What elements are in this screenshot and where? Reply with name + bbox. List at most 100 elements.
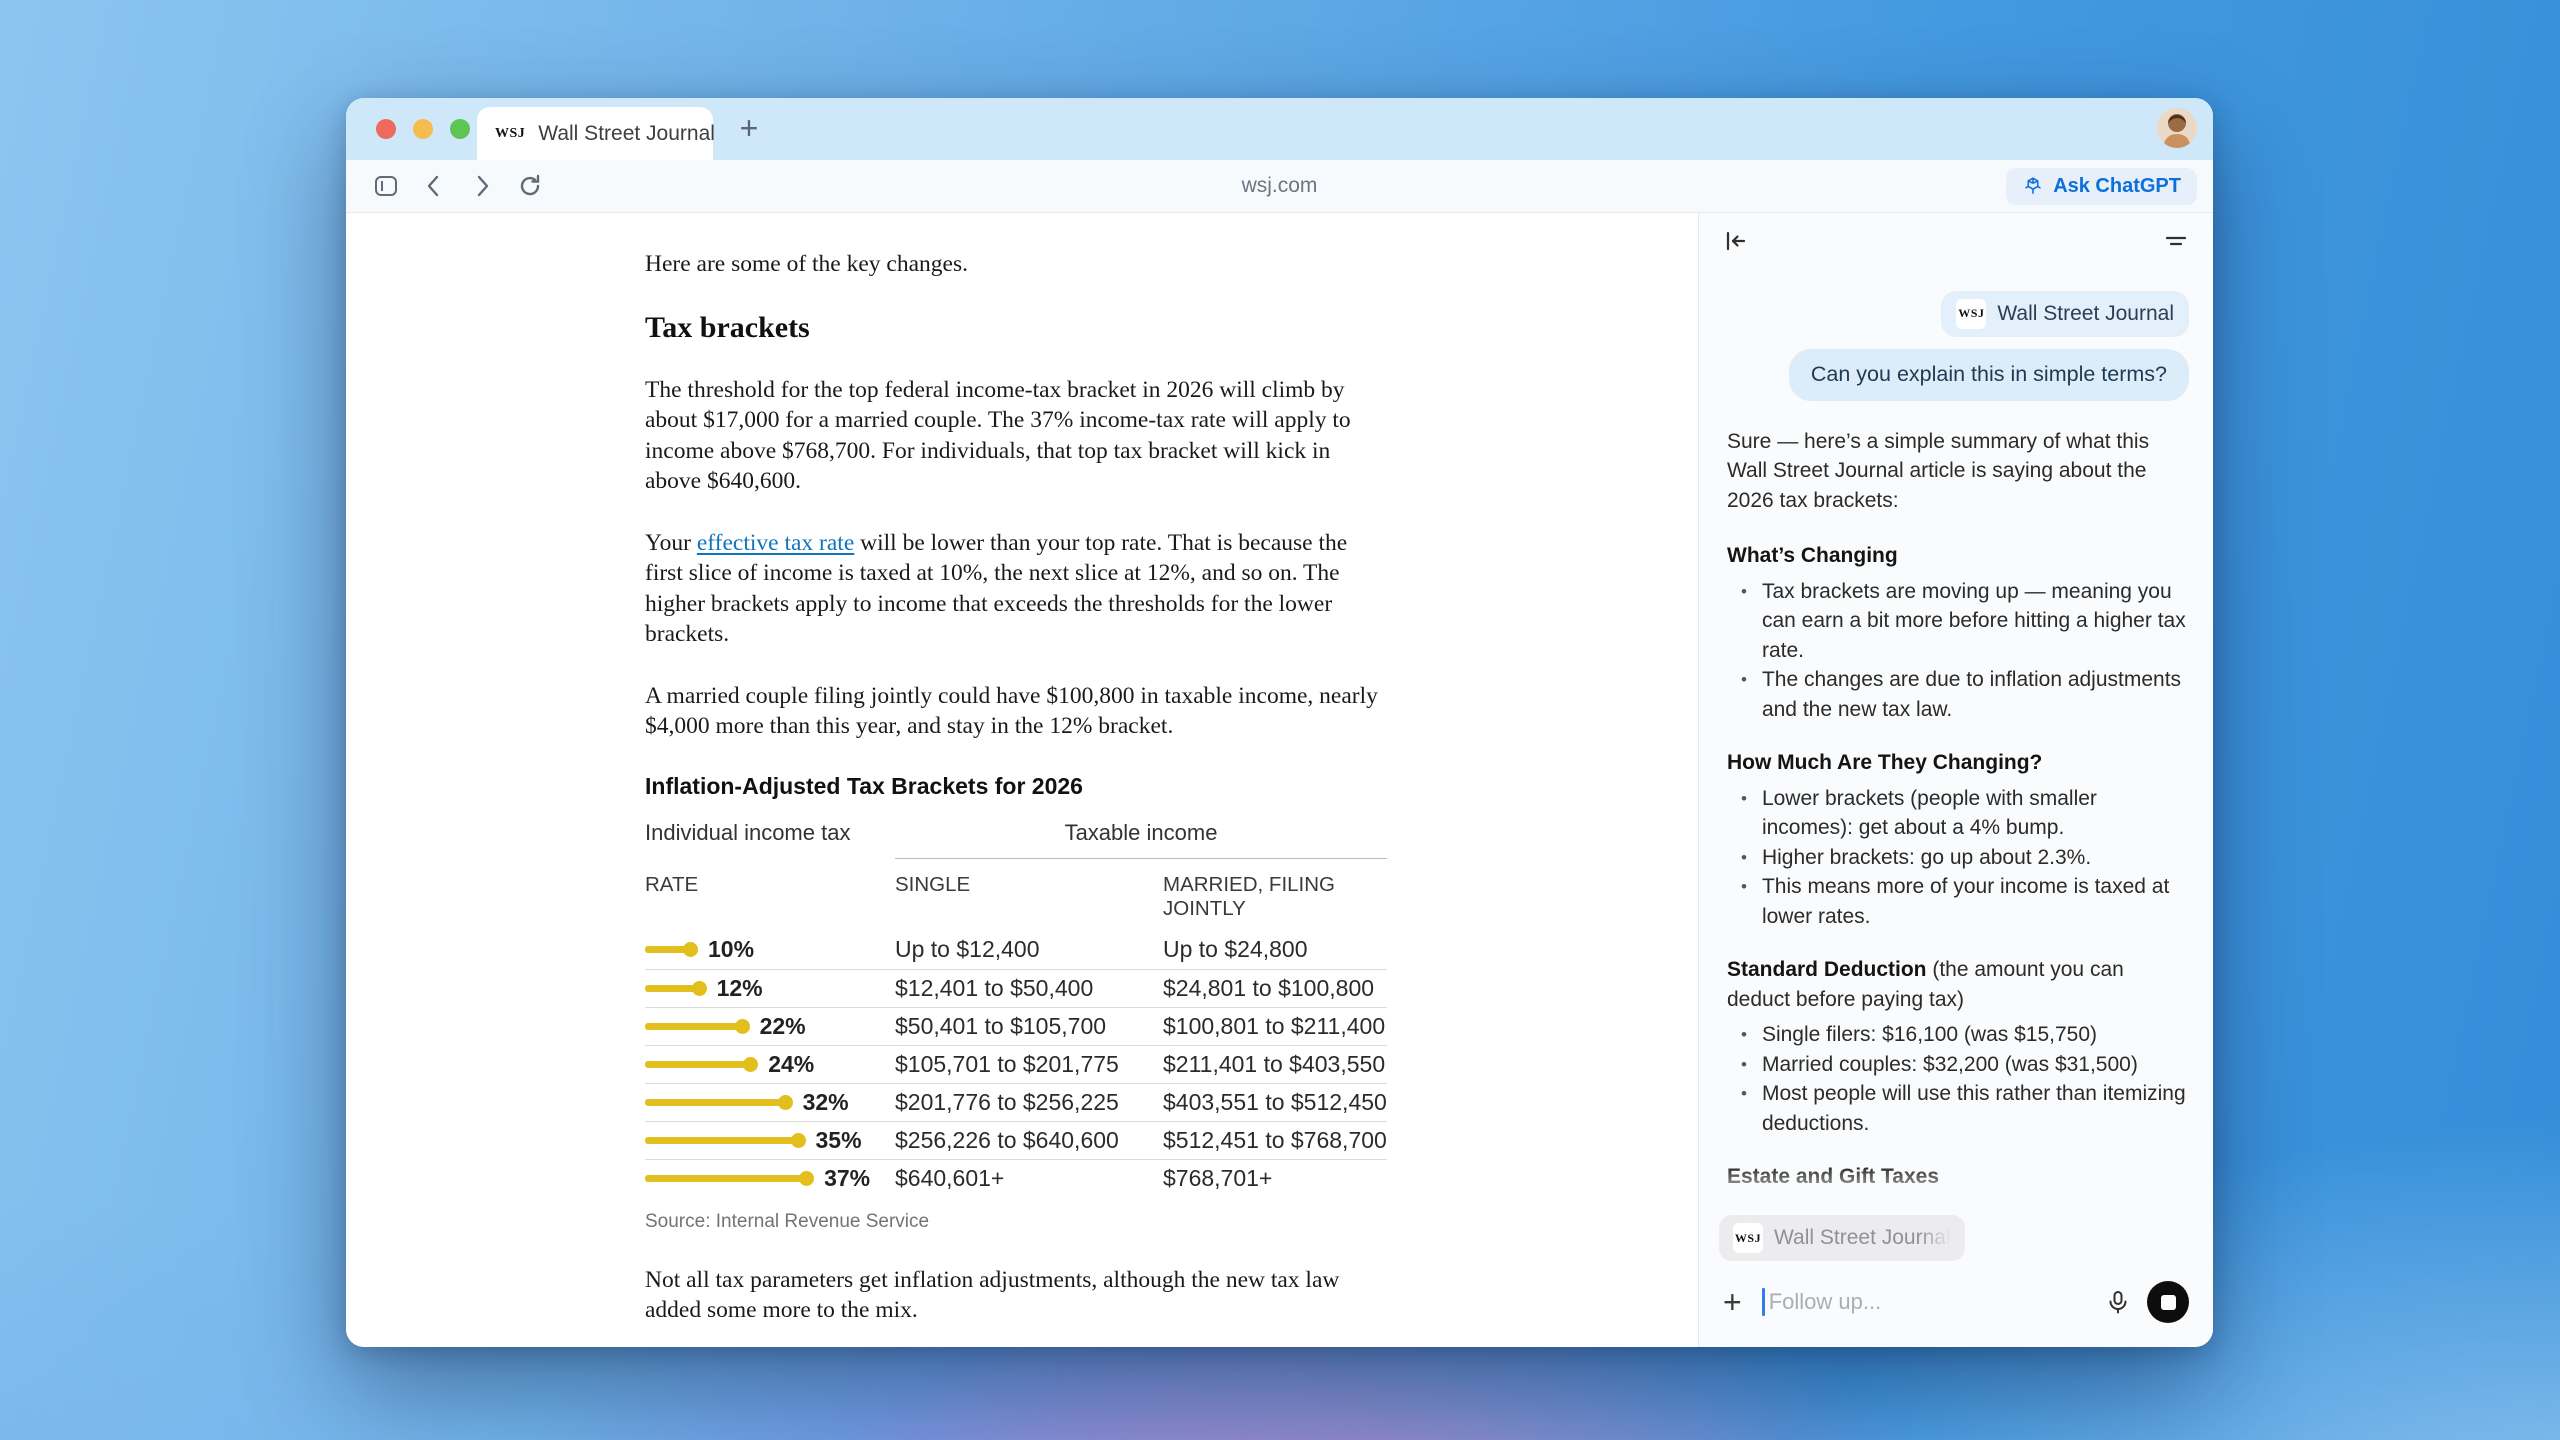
reply-bullet: This means more of your income is taxed …: [1727, 872, 2189, 931]
forward-icon[interactable]: [469, 173, 495, 199]
reply-section: How Much Are They Changing?Lower bracket…: [1727, 748, 2189, 931]
rate-bar-dot: [735, 1019, 750, 1034]
table-title: Inflation-Adjusted Tax Brackets for 2026: [645, 773, 1387, 800]
attach-plus-icon[interactable]: +: [1723, 1288, 1742, 1316]
sidebar-toggle-icon[interactable]: [373, 173, 399, 199]
wsj-favicon: WSJ: [495, 126, 525, 142]
rate-cell: 12%: [645, 975, 895, 1002]
married-range: Up to $24,800: [1163, 936, 1387, 963]
article-paragraph: Your effective tax rate will be lower th…: [645, 528, 1387, 650]
article-paragraph: Not all tax parameters get inflation adj…: [645, 1265, 1387, 1326]
close-window-button[interactable]: [376, 119, 396, 139]
rate-bar-dot: [692, 981, 707, 996]
rate-bar-dot: [743, 1057, 758, 1072]
avatar-image: [2157, 108, 2197, 148]
article-paragraph: The threshold for the top federal income…: [645, 375, 1387, 497]
microphone-icon[interactable]: [2105, 1289, 2131, 1315]
column-header-single: SINGLE: [895, 873, 1163, 921]
zoom-window-button[interactable]: [450, 119, 470, 139]
stop-button[interactable]: [2147, 1281, 2189, 1323]
assistant-sections: What’s Changing Tax brackets are moving u…: [1727, 541, 2189, 1211]
chat-scroll-area[interactable]: WSJ Wall Street Journal Can you explain …: [1699, 269, 2213, 1211]
rate-bar-dot: [799, 1171, 814, 1186]
married-range: $100,801 to $211,400: [1163, 1013, 1387, 1040]
single-range: $201,776 to $256,225: [895, 1089, 1163, 1116]
tab-wall-street-journal[interactable]: WSJ Wall Street Journal: [477, 107, 713, 160]
married-range: $403,551 to $512,450: [1163, 1089, 1387, 1116]
rate-bar: [645, 946, 688, 953]
window-controls: [376, 119, 470, 139]
profile-avatar[interactable]: [2157, 108, 2197, 148]
assistant-intro: Sure — here’s a simple summary of what t…: [1727, 427, 2189, 516]
context-chip-wsj[interactable]: WSJ Wall Street Journal: [1941, 291, 2189, 337]
reply-bullet: Most people will use this rather than it…: [1727, 1079, 2189, 1138]
reply-section: Estate and Gift TaxesEstate tax exclusio…: [1727, 1162, 2189, 1211]
column-header-rate: RATE: [645, 873, 895, 921]
reply-section-heading: How Much Are They Changing?: [1727, 748, 2189, 778]
reply-bullet: The changes are due to inflation adjustm…: [1727, 665, 2189, 724]
rate-bar: [645, 1023, 740, 1030]
reply-bullet-list: Single filers: $16,100 (was $15,750)Marr…: [1727, 1020, 2189, 1138]
ask-chatgpt-label: Ask ChatGPT: [2053, 175, 2181, 198]
table-row: 37%$640,601+$768,701+: [645, 1159, 1387, 1197]
minimize-window-button[interactable]: [413, 119, 433, 139]
back-icon[interactable]: [421, 173, 447, 199]
reply-bullet: Estate tax exclusion: $15 million (up fr…: [1727, 1198, 2189, 1212]
married-range: $512,451 to $768,700: [1163, 1127, 1387, 1154]
rate-cell: 35%: [645, 1127, 895, 1154]
wsj-favicon: WSJ: [1733, 1223, 1763, 1253]
collapse-sidebar-icon[interactable]: [1723, 228, 1749, 254]
tab-title: Wall Street Journal: [538, 122, 715, 146]
reload-icon[interactable]: [517, 173, 543, 199]
reply-section-heading: What’s Changing: [1727, 541, 2189, 571]
rate-value: 24%: [768, 1051, 814, 1078]
rate-value: 35%: [816, 1127, 862, 1154]
reply-bullet-list: Tax brackets are moving up — meaning you…: [1727, 577, 2189, 725]
rate-cell: 24%: [645, 1051, 895, 1078]
reply-bullet-list: Estate tax exclusion: $15 million (up fr…: [1727, 1198, 2189, 1212]
followup-input[interactable]: Follow up...: [1769, 1289, 1882, 1315]
married-range: $211,401 to $403,550: [1163, 1051, 1387, 1078]
reply-bullet: Tax brackets are moving up — meaning you…: [1727, 577, 2189, 666]
effective-tax-rate-link[interactable]: effective tax rate: [697, 530, 854, 556]
address-url[interactable]: wsj.com: [1242, 174, 1318, 198]
tab-strip: WSJ Wall Street Journal +: [346, 98, 2213, 160]
chatgpt-sidebar: WSJ Wall Street Journal Can you explain …: [1698, 213, 2213, 1347]
wsj-favicon: WSJ: [1956, 299, 1986, 329]
rate-cell: 32%: [645, 1089, 895, 1116]
group-header-right: Taxable income: [895, 820, 1387, 859]
user-message: Can you explain this in simple terms?: [1789, 349, 2189, 401]
sidebar-header: [1699, 213, 2213, 269]
column-header-married: MARRIED, FILING JOINTLY: [1163, 873, 1387, 921]
table-row: 10%Up to $12,400Up to $24,800: [645, 931, 1387, 969]
single-range: $256,226 to $640,600: [895, 1127, 1163, 1154]
single-range: $105,701 to $201,775: [895, 1051, 1163, 1078]
reply-section: Standard Deduction (the amount you can d…: [1727, 955, 2189, 1138]
rate-value: 37%: [824, 1165, 870, 1192]
new-tab-button[interactable]: +: [732, 112, 766, 146]
table-row: 32% $201,776 to $256,225$403,551 to $512,…: [645, 1083, 1387, 1121]
rate-value: 32%: [803, 1089, 849, 1116]
composer-chip-label: Wall Street Journal: [1774, 1226, 1951, 1250]
table-row: 12%$12,401 to $50,400$24,801 to $100,800: [645, 969, 1387, 1007]
rate-bar: [645, 1175, 804, 1182]
chat-options-icon[interactable]: [2163, 228, 2189, 254]
rate-bar-dot: [778, 1095, 793, 1110]
article-heading-tax-brackets: Tax brackets: [645, 311, 1387, 345]
tax-brackets-table: Inflation-Adjusted Tax Brackets for 2026…: [645, 773, 1387, 1233]
openai-logo-icon: [2022, 175, 2044, 197]
rate-bar: [645, 985, 697, 992]
table-source: Source: Internal Revenue Service: [645, 1211, 1387, 1233]
tax-table-rows: 10%Up to $12,400Up to $24,80012%$12,401 …: [645, 931, 1387, 1197]
reply-bullet: Higher brackets: go up about 2.3%.: [1727, 843, 2189, 873]
table-group-headers: Individual income tax Taxable income: [645, 820, 1387, 859]
rate-bar: [645, 1061, 748, 1068]
reply-bullet: Married couples: $32,200 (was $31,500): [1727, 1050, 2189, 1080]
ask-chatgpt-button[interactable]: Ask ChatGPT: [2006, 168, 2197, 205]
assistant-message: Sure — here’s a simple summary of what t…: [1727, 427, 2189, 1212]
composer-context-chip[interactable]: WSJ Wall Street Journal: [1719, 1215, 1965, 1261]
single-range: Up to $12,400: [895, 936, 1163, 963]
article-pane[interactable]: Here are some of the key changes. Tax br…: [346, 213, 1698, 1347]
reply-section: What’s Changing Tax brackets are moving u…: [1727, 541, 2189, 724]
single-range: $12,401 to $50,400: [895, 975, 1163, 1002]
